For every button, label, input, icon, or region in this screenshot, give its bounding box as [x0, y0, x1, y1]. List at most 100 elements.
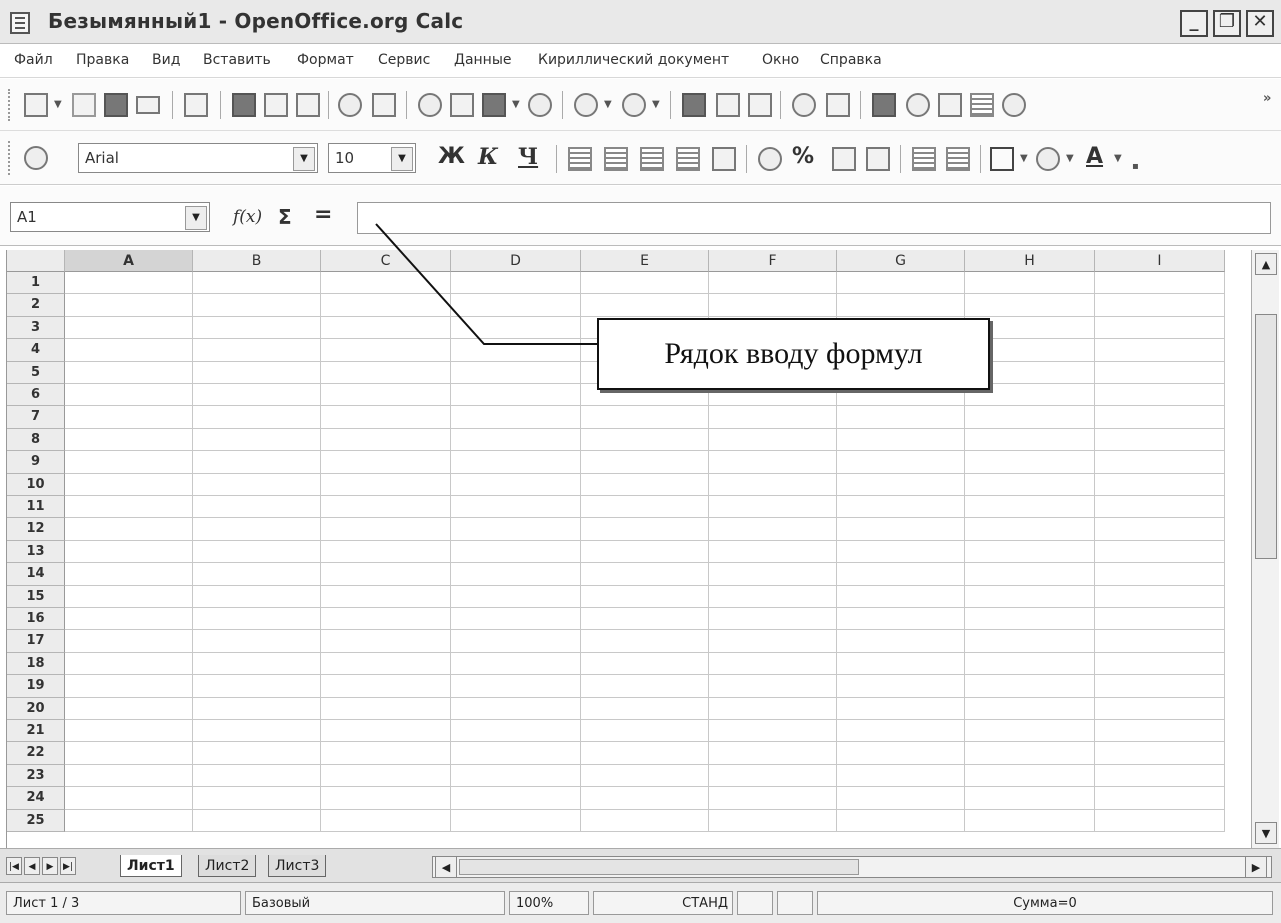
grid-cell[interactable] [581, 809, 709, 832]
grid-cell[interactable] [321, 451, 451, 474]
grid-cell[interactable] [65, 406, 193, 429]
sheet-tab-2[interactable]: Лист2 [198, 855, 257, 877]
grid-cell[interactable] [193, 563, 321, 586]
grid-cell[interactable] [709, 272, 837, 295]
column-header-d[interactable]: D [451, 250, 581, 272]
column-header-i[interactable]: I [1095, 250, 1225, 272]
row-header[interactable]: 13 [7, 540, 65, 564]
align-center-icon[interactable] [604, 147, 628, 171]
chevron-down-icon[interactable]: ▼ [391, 147, 413, 171]
grid-cell[interactable] [193, 316, 321, 340]
paste-icon[interactable] [482, 93, 506, 117]
grid-cell[interactable] [581, 428, 709, 452]
percent-format-button[interactable]: % [792, 144, 814, 169]
grid-cell[interactable] [1095, 742, 1225, 765]
grid-cell[interactable] [837, 742, 965, 765]
grid-cell[interactable] [581, 496, 709, 519]
next-sheet-icon[interactable]: ▶ [42, 857, 58, 875]
add-decimal-icon[interactable] [832, 147, 856, 171]
row-header[interactable]: 4 [7, 339, 65, 362]
grid-cell[interactable] [965, 406, 1095, 429]
grid-cell[interactable] [837, 675, 965, 698]
row-header[interactable]: 16 [7, 608, 65, 631]
grid-cell[interactable] [321, 272, 451, 295]
grid-cell[interactable] [321, 809, 451, 832]
grid-cell[interactable] [581, 563, 709, 586]
zoom-level[interactable]: 100% [509, 891, 589, 915]
grid-cell[interactable] [1095, 384, 1225, 407]
chevron-down-icon[interactable]: ▼ [604, 99, 612, 110]
grid-cell[interactable] [451, 473, 581, 496]
grid-cell[interactable] [451, 540, 581, 564]
grid-cell[interactable] [581, 518, 709, 541]
row-header[interactable]: 23 [7, 764, 65, 788]
grid-cell[interactable] [65, 563, 193, 586]
grid-cell[interactable] [965, 809, 1095, 832]
function-button[interactable]: = [314, 202, 332, 227]
grid-cell[interactable] [581, 697, 709, 720]
column-header-b[interactable]: B [193, 250, 321, 272]
scroll-up-icon[interactable]: ▲ [1255, 253, 1277, 275]
grid-cell[interactable] [709, 518, 837, 541]
row-header[interactable]: 22 [7, 742, 65, 765]
grid-cell[interactable] [837, 451, 965, 474]
grid-cell[interactable] [581, 540, 709, 564]
row-header[interactable]: 8 [7, 428, 65, 452]
grid-cell[interactable] [65, 428, 193, 452]
grid-cell[interactable] [837, 473, 965, 496]
justify-icon[interactable] [676, 147, 700, 171]
grid-cell[interactable] [65, 585, 193, 608]
data-sources-icon[interactable] [970, 93, 994, 117]
grid-cell[interactable] [965, 496, 1095, 519]
selection-mode[interactable]: СТАНД [593, 891, 733, 915]
grid-cell[interactable] [837, 764, 965, 788]
grid-cell[interactable] [581, 720, 709, 743]
row-header[interactable]: 7 [7, 406, 65, 429]
row-header[interactable]: 14 [7, 563, 65, 586]
grid-cell[interactable] [451, 428, 581, 452]
menu-view[interactable]: Вид [152, 52, 180, 68]
grid-cell[interactable] [965, 518, 1095, 541]
grid-cell[interactable] [451, 563, 581, 586]
sheet-tab-1[interactable]: Лист1 [120, 855, 182, 877]
grid-cell[interactable] [1095, 339, 1225, 362]
column-header-c[interactable]: C [321, 250, 451, 272]
row-header[interactable]: 19 [7, 675, 65, 698]
grid-cell[interactable] [709, 473, 837, 496]
chart-icon[interactable] [792, 93, 816, 117]
grid-cell[interactable] [837, 652, 965, 676]
grid-cell[interactable] [965, 540, 1095, 564]
chevron-down-icon[interactable]: ▼ [512, 99, 520, 110]
grid-cell[interactable] [193, 540, 321, 564]
grid-cell[interactable] [65, 720, 193, 743]
column-header-f[interactable]: F [709, 250, 837, 272]
grid-cell[interactable] [321, 316, 451, 340]
grid-cell[interactable] [1095, 294, 1225, 317]
horizontal-scrollbar[interactable]: ◀ ▶ [432, 856, 1272, 878]
align-left-icon[interactable] [568, 147, 592, 171]
grid-cell[interactable] [965, 675, 1095, 698]
maximize-button[interactable]: ❐ [1213, 10, 1241, 37]
grid-cell[interactable] [965, 585, 1095, 608]
row-header[interactable]: 3 [7, 316, 65, 340]
row-header[interactable]: 9 [7, 451, 65, 474]
grid-cell[interactable] [451, 764, 581, 788]
grid-cell[interactable] [193, 630, 321, 653]
row-header[interactable]: 21 [7, 720, 65, 743]
chevron-down-icon[interactable]: ▼ [1114, 153, 1122, 164]
grid-cell[interactable] [321, 720, 451, 743]
copy-icon[interactable] [450, 93, 474, 117]
bold-button[interactable]: Ж [438, 144, 465, 169]
grid-cell[interactable] [321, 428, 451, 452]
chevron-down-icon[interactable]: ▼ [1020, 153, 1028, 164]
spellcheck-icon[interactable] [338, 93, 362, 117]
grid-cell[interactable] [1095, 630, 1225, 653]
grid-cell[interactable] [837, 272, 965, 295]
grid-cell[interactable] [65, 294, 193, 317]
grid-cell[interactable] [193, 697, 321, 720]
grid-cell[interactable] [321, 764, 451, 788]
menu-insert[interactable]: Вставить [203, 52, 271, 68]
grid-cell[interactable] [193, 272, 321, 295]
scrollbar-thumb[interactable] [1255, 314, 1277, 559]
underline-button[interactable]: Ч [518, 144, 538, 170]
